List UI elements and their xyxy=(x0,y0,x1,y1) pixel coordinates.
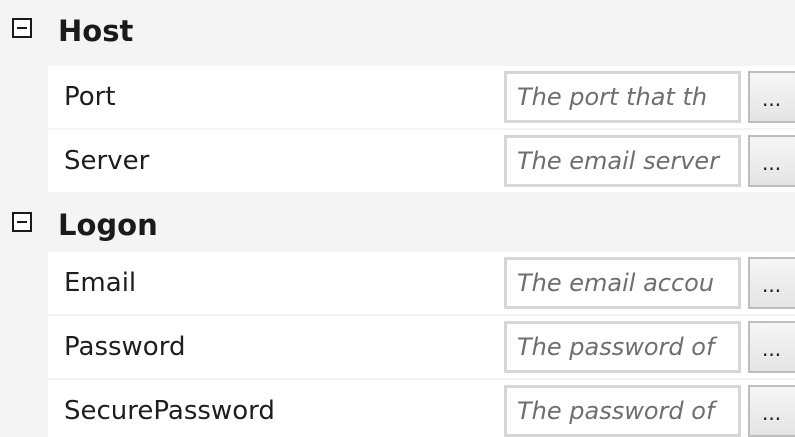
property-row-email: Email ... xyxy=(48,252,795,314)
property-row-server: Server ... xyxy=(48,130,795,192)
property-name-port: Port xyxy=(64,82,116,112)
email-input[interactable] xyxy=(504,257,741,309)
property-name-securepassword: SecurePassword xyxy=(64,396,275,426)
category-label-host: Host xyxy=(58,14,134,48)
property-name-password: Password xyxy=(64,332,186,362)
property-row-password: Password ... xyxy=(48,316,795,378)
property-row-securepassword: SecurePassword ... xyxy=(48,380,795,437)
port-input[interactable] xyxy=(504,71,741,123)
category-label-logon: Logon xyxy=(58,208,158,242)
property-row-port: Port ... xyxy=(48,66,795,128)
securepassword-input[interactable] xyxy=(504,385,741,437)
port-browse-button[interactable]: ... xyxy=(748,71,795,123)
property-name-server: Server xyxy=(64,146,150,176)
property-name-email: Email xyxy=(64,268,137,298)
email-browse-button[interactable]: ... xyxy=(748,257,795,309)
server-input[interactable] xyxy=(504,135,741,187)
property-grid: Host Port ... Server ... Logon Email ...… xyxy=(0,0,795,437)
password-browse-button[interactable]: ... xyxy=(748,321,795,373)
category-logon: Logon xyxy=(0,194,795,256)
password-input[interactable] xyxy=(504,321,741,373)
collapse-minus-icon[interactable] xyxy=(12,18,32,38)
collapse-minus-icon[interactable] xyxy=(12,212,32,232)
category-host: Host xyxy=(0,0,795,62)
securepassword-browse-button[interactable]: ... xyxy=(748,385,795,437)
server-browse-button[interactable]: ... xyxy=(748,135,795,187)
